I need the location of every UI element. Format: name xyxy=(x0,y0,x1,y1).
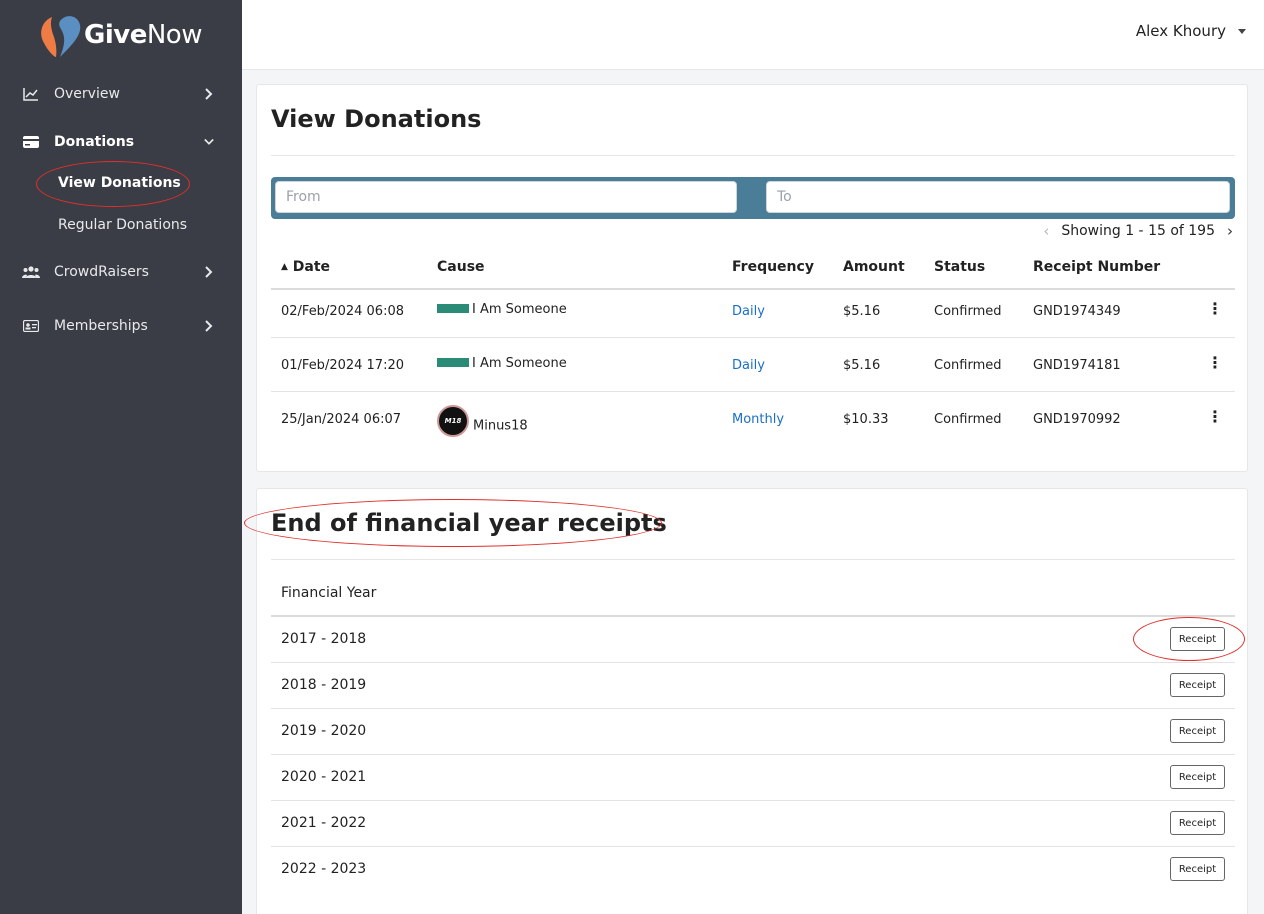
more-vertical-icon[interactable]: ⋮ xyxy=(1207,299,1223,318)
sidebar-item-label: Overview xyxy=(54,86,120,102)
sidebar-item-crowdraisers[interactable]: CrowdRaisers xyxy=(0,254,242,290)
divider xyxy=(271,155,1235,156)
section-title: End of financial year receipts xyxy=(271,509,667,537)
donation-amount: $5.16 xyxy=(843,304,881,319)
financial-year: 2022 - 2023 xyxy=(281,861,367,877)
chevron-right-icon xyxy=(204,320,214,332)
i-am-someone-logo-icon xyxy=(437,358,469,367)
pagination: ‹ Showing 1 - 15 of 195 › xyxy=(1043,222,1233,240)
sidebar-subitem-regular-donations[interactable]: Regular Donations xyxy=(58,217,187,233)
sidebar-item-label: CrowdRaisers xyxy=(54,264,149,280)
financial-year: 2017 - 2018 xyxy=(281,631,367,647)
column-header-cause[interactable]: Cause xyxy=(437,259,485,275)
table-row: 2020 - 2021 Receipt xyxy=(271,755,1235,801)
receipt-button[interactable]: Receipt xyxy=(1170,857,1225,881)
table-row: 2018 - 2019 Receipt xyxy=(271,663,1235,709)
sidebar-item-overview[interactable]: Overview xyxy=(0,76,242,112)
donations-card: View Donations ‹ Showing 1 - 15 of 195 ›… xyxy=(256,84,1248,472)
chevron-right-icon[interactable]: › xyxy=(1227,222,1233,240)
donation-frequency-link[interactable]: Daily xyxy=(732,304,765,319)
header-divider xyxy=(271,288,1235,290)
receipts-card: End of financial year receipts Financial… xyxy=(256,488,1248,914)
column-header-frequency[interactable]: Frequency xyxy=(732,259,814,275)
row-divider xyxy=(271,337,1235,338)
financial-year: 2020 - 2021 xyxy=(281,769,367,785)
from-date-input[interactable] xyxy=(275,181,737,213)
more-vertical-icon[interactable]: ⋮ xyxy=(1207,407,1223,426)
row-divider xyxy=(271,391,1235,392)
sidebar-item-label: Donations xyxy=(54,134,135,150)
chevron-right-icon xyxy=(204,88,214,100)
donation-cause[interactable]: I Am Someone xyxy=(437,302,567,317)
chevron-right-icon xyxy=(204,266,214,278)
sidebar: GiveNow Overview Donations View Donation… xyxy=(0,0,242,914)
top-header: Alex Khoury xyxy=(242,0,1264,70)
donation-receipt-number: GND1970992 xyxy=(1033,412,1121,427)
receipt-button[interactable]: Receipt xyxy=(1170,811,1225,835)
receipt-button[interactable]: Receipt xyxy=(1170,627,1225,651)
donation-amount: $5.16 xyxy=(843,358,881,373)
donation-date: 01/Feb/2024 17:20 xyxy=(281,358,404,373)
donation-cause[interactable]: M18 Minus18 xyxy=(437,405,528,442)
chevron-down-icon xyxy=(204,137,214,147)
donation-receipt-number: GND1974181 xyxy=(1033,358,1121,373)
page-title: View Donations xyxy=(271,105,482,133)
to-date-input[interactable] xyxy=(766,181,1230,213)
divider xyxy=(271,559,1235,560)
more-vertical-icon[interactable]: ⋮ xyxy=(1207,353,1223,372)
sort-asc-icon: ▲ xyxy=(281,262,288,272)
receipt-button[interactable]: Receipt xyxy=(1170,719,1225,743)
table-row: 2022 - 2023 Receipt xyxy=(271,847,1235,893)
i-am-someone-logo-icon xyxy=(437,304,469,313)
financial-year: 2021 - 2022 xyxy=(281,815,367,831)
donation-status: Confirmed xyxy=(934,412,1002,427)
donation-date: 02/Feb/2024 06:08 xyxy=(281,304,404,319)
donation-receipt-number: GND1974349 xyxy=(1033,304,1121,319)
donation-date: 25/Jan/2024 06:07 xyxy=(281,412,402,427)
chart-line-icon xyxy=(22,85,40,103)
pagination-text: Showing 1 - 15 of 195 xyxy=(1061,223,1215,239)
wallet-icon xyxy=(22,133,40,151)
id-card-icon xyxy=(22,317,40,335)
user-menu[interactable]: Alex Khoury xyxy=(1136,22,1246,40)
donation-frequency-link[interactable]: Monthly xyxy=(732,412,784,427)
heart-logo-icon xyxy=(38,11,82,59)
users-icon xyxy=(22,263,40,281)
sidebar-item-memberships[interactable]: Memberships xyxy=(0,308,242,344)
receipt-button[interactable]: Receipt xyxy=(1170,673,1225,697)
column-header-receipt-number[interactable]: Receipt Number xyxy=(1033,259,1160,275)
chevron-left-icon[interactable]: ‹ xyxy=(1043,222,1049,240)
sidebar-item-donations[interactable]: Donations xyxy=(0,124,242,160)
table-row: 2021 - 2022 Receipt xyxy=(271,801,1235,847)
financial-year: 2018 - 2019 xyxy=(281,677,367,693)
donation-frequency-link[interactable]: Daily xyxy=(732,358,765,373)
donation-status: Confirmed xyxy=(934,358,1002,373)
receipt-button[interactable]: Receipt xyxy=(1170,765,1225,789)
date-filter-bar xyxy=(271,177,1235,219)
givenow-logo[interactable]: GiveNow xyxy=(38,10,208,60)
table-row: 2019 - 2020 Receipt xyxy=(271,709,1235,755)
financial-year: 2019 - 2020 xyxy=(281,723,367,739)
column-header-amount[interactable]: Amount xyxy=(843,259,905,275)
user-name: Alex Khoury xyxy=(1135,22,1226,40)
sidebar-subitem-view-donations[interactable]: View Donations xyxy=(58,175,181,191)
column-header-date[interactable]: ▲ Date xyxy=(281,259,330,275)
donation-amount: $10.33 xyxy=(843,412,889,427)
donation-cause[interactable]: I Am Someone xyxy=(437,356,567,371)
brand-name: GiveNow xyxy=(84,20,202,50)
minus18-logo-icon: M18 xyxy=(437,405,469,437)
column-header-financial-year: Financial Year xyxy=(281,585,377,601)
donation-status: Confirmed xyxy=(934,304,1002,319)
column-header-status[interactable]: Status xyxy=(934,259,985,275)
caret-down-icon xyxy=(1238,28,1246,34)
sidebar-item-label: Memberships xyxy=(54,318,148,334)
table-row: 2017 - 2018 Receipt xyxy=(271,617,1235,663)
